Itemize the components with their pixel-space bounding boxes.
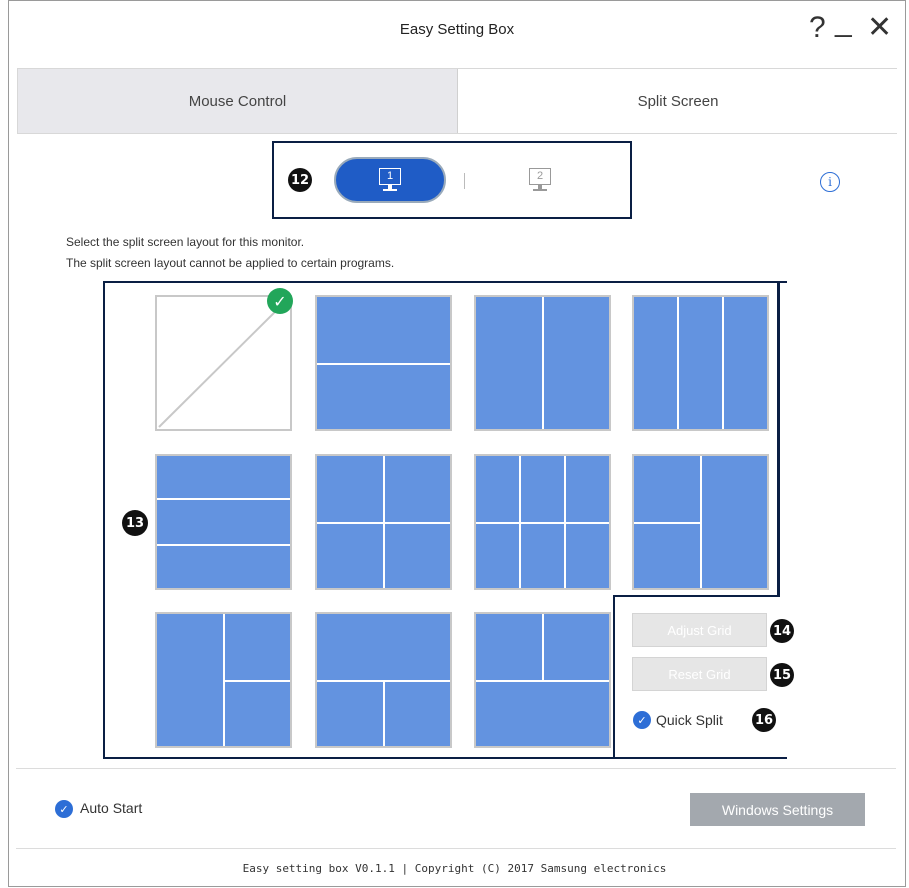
layout-top-two-bottom-one[interactable] xyxy=(474,612,611,748)
layout-none[interactable] xyxy=(155,295,292,431)
callout-14: 14 xyxy=(770,619,794,643)
auto-start-label: Auto Start xyxy=(80,800,143,816)
callout-15: 15 xyxy=(770,663,794,687)
layout-four-grid[interactable] xyxy=(315,454,452,590)
quick-split-checkbox[interactable]: ✓ xyxy=(633,711,651,729)
auto-start-checkbox[interactable]: ✓ xyxy=(55,800,73,818)
layout-grid-frame-edge xyxy=(777,281,780,597)
layout-left-two-right-one[interactable] xyxy=(632,454,769,590)
window-title: Easy Setting Box xyxy=(399,21,515,38)
description-line-2: The split screen layout cannot be applie… xyxy=(66,256,395,270)
layout-three-horizontal[interactable] xyxy=(155,454,292,590)
selected-check-icon: ✓ xyxy=(267,288,293,314)
footer-divider xyxy=(16,848,896,849)
layout-three-vertical[interactable] xyxy=(632,295,769,431)
monitor-selector: 12 1 2 xyxy=(272,141,632,219)
title-bar: Easy Setting Box ? _ ✕ xyxy=(9,1,905,68)
callout-13: 13 xyxy=(122,510,148,536)
tab-bar: Mouse Control Split Screen xyxy=(17,68,898,134)
callout-16: 16 xyxy=(752,708,776,732)
quick-split-label: Quick Split xyxy=(656,712,723,728)
info-icon[interactable]: i xyxy=(820,172,840,192)
footer-copyright: Easy setting box V0.1.1 | Copyright (C) … xyxy=(242,862,667,875)
layout-six-grid[interactable] xyxy=(474,454,611,590)
monitor-1-button[interactable]: 1 xyxy=(334,157,446,203)
reset-grid-button[interactable]: Reset Grid xyxy=(632,657,767,691)
help-button[interactable]: ? xyxy=(809,13,826,43)
monitor-separator xyxy=(464,173,465,189)
monitor-icon: 2 xyxy=(529,168,551,192)
layout-left-one-right-two[interactable] xyxy=(155,612,292,748)
tab-split-screen[interactable]: Split Screen xyxy=(458,69,898,133)
no-split-diagonal xyxy=(158,298,289,428)
bottom-divider xyxy=(16,768,896,769)
description-line-1: Select the split screen layout for this … xyxy=(66,235,305,249)
layout-two-horizontal[interactable] xyxy=(315,295,452,431)
windows-settings-button[interactable]: Windows Settings xyxy=(690,793,865,826)
minimize-button[interactable]: _ xyxy=(835,7,852,37)
tab-mouse-control[interactable]: Mouse Control xyxy=(18,69,458,133)
adjust-grid-button[interactable]: Adjust Grid xyxy=(632,613,767,647)
callout-12: 12 xyxy=(288,168,312,192)
layout-two-vertical[interactable] xyxy=(474,295,611,431)
layout-grid-frame-edge xyxy=(613,595,615,759)
monitor-2-button[interactable]: 2 xyxy=(484,157,596,203)
monitor-icon: 1 xyxy=(379,168,401,192)
layout-grid-frame-edge xyxy=(613,595,780,597)
close-button[interactable]: ✕ xyxy=(867,13,892,43)
layout-top-one-bottom-two[interactable] xyxy=(315,612,452,748)
